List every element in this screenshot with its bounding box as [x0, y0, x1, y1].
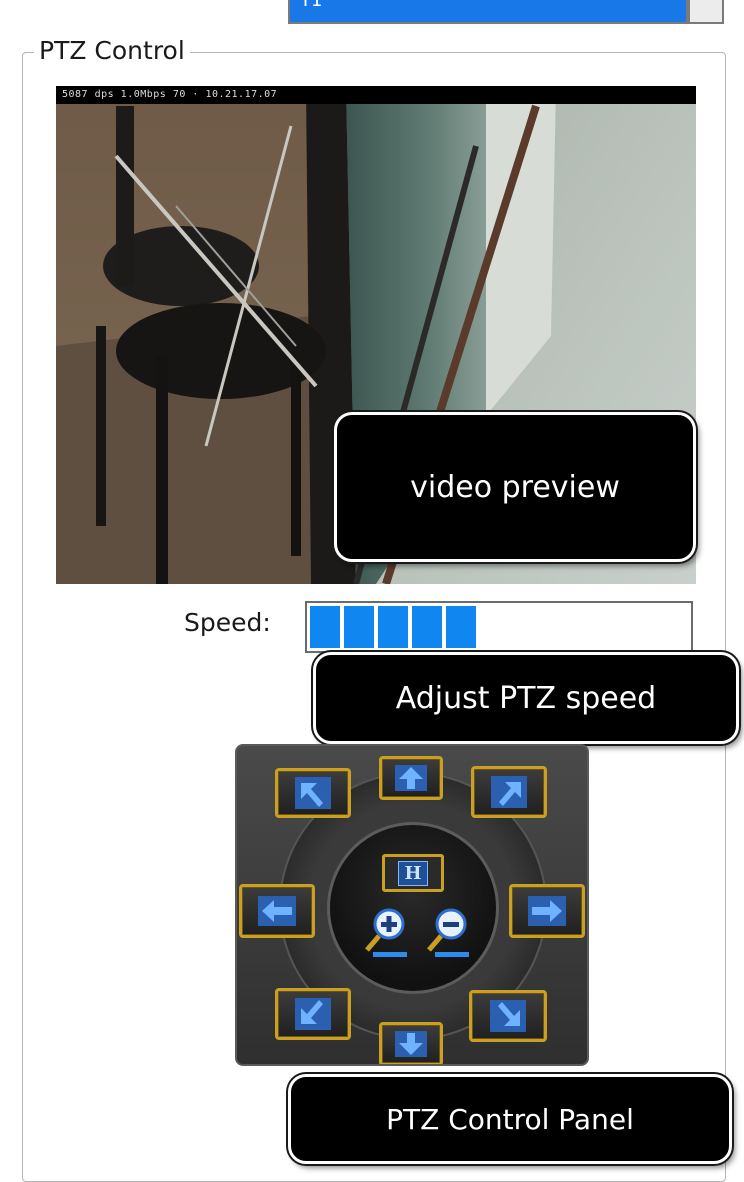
arrow-down-left-icon — [295, 998, 331, 1030]
dropdown-arrow-button[interactable] — [688, 0, 724, 24]
video-osd-text: 5087 dps 1.0Mbps 70 · 10.21.17.07 — [56, 86, 696, 104]
arrow-up-left-icon — [295, 777, 331, 809]
top-select-value: Y1 — [300, 0, 323, 11]
zoom-out-button[interactable] — [427, 904, 475, 960]
pan-up-left-button[interactable] — [275, 768, 351, 818]
speed-label: Speed: — [184, 608, 271, 637]
groupbox-title: PTZ Control — [34, 36, 190, 65]
zoom-in-button[interactable] — [365, 904, 413, 960]
video-preview-callout: video preview — [334, 412, 696, 562]
zoom-out-icon — [427, 908, 469, 957]
zoom-in-icon — [365, 908, 407, 957]
arrow-right-icon — [528, 896, 566, 926]
speed-slider[interactable] — [305, 601, 693, 653]
speed-segment — [378, 606, 408, 648]
arrow-up-icon — [395, 765, 427, 791]
arrow-up-right-icon — [491, 776, 527, 808]
pan-right-button[interactable] — [509, 884, 585, 938]
speed-segment — [310, 606, 340, 648]
speed-segment — [344, 606, 374, 648]
ptz-control-panel: H — [235, 744, 589, 1066]
top-select-field[interactable]: Y1 — [288, 0, 688, 24]
arrow-down-icon — [395, 1031, 427, 1057]
pan-down-button[interactable] — [379, 1022, 443, 1064]
speed-segment — [412, 606, 442, 648]
pan-down-right-button[interactable] — [469, 990, 547, 1042]
ptz-panel-callout: PTZ Control Panel — [288, 1074, 732, 1164]
arrow-left-icon — [258, 896, 296, 926]
pan-up-button[interactable] — [379, 756, 443, 800]
arrow-down-right-icon — [490, 1000, 526, 1032]
home-label: H — [398, 860, 428, 886]
pan-left-button[interactable] — [239, 884, 315, 938]
pan-down-left-button[interactable] — [275, 988, 351, 1040]
speed-segment — [446, 606, 476, 648]
pan-up-right-button[interactable] — [471, 766, 547, 818]
speed-callout: Adjust PTZ speed — [313, 652, 739, 744]
home-position-button[interactable]: H — [382, 854, 444, 892]
